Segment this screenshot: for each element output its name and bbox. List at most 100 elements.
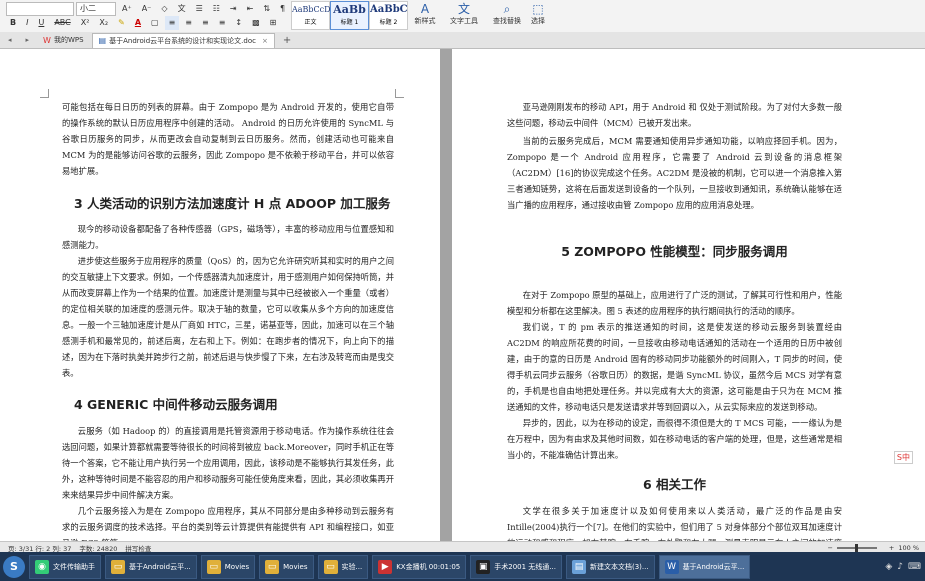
margin-mark: [395, 89, 404, 98]
show-marks-icon[interactable]: ¶: [276, 2, 289, 16]
zoom-slider[interactable]: [836, 543, 877, 552]
shading-icon[interactable]: ▩: [248, 16, 264, 30]
highlight-icon[interactable]: ✎: [114, 16, 129, 30]
superscript-button[interactable]: X²: [77, 16, 94, 30]
char-border-icon[interactable]: ▢: [147, 16, 163, 30]
nav-back-icon[interactable]: ◂: [2, 33, 18, 47]
new-tab-icon[interactable]: +: [277, 33, 297, 47]
document-tab-bar: ◂ ▸ W 我的WPS ▤ 基于Android云平台系统的设计和实现论文.doc…: [0, 32, 925, 49]
chat-app-icon: ◉: [35, 559, 49, 574]
page-left[interactable]: 可能包括在每日日历的列表的屏幕。由于 Zompopo 是为 Android 开发…: [0, 49, 440, 541]
select-label: 选择: [531, 17, 545, 25]
strikethrough-button[interactable]: ABC: [50, 16, 74, 30]
doc-icon: ▤: [98, 36, 107, 45]
taskbar-item-active[interactable]: W 基于Android云平...: [658, 554, 751, 579]
left-paragraph-4: 云服务（如 Hadoop 的）的直接调用是托管资源用于移动电话。作为操作系统往往…: [62, 426, 394, 500]
taskbar-item[interactable]: ▭ 基于Android云平...: [105, 554, 197, 579]
tray-network-icon[interactable]: ◈: [885, 562, 892, 572]
page-right[interactable]: 亚马逊刚刚发布的移动 API，用于 Android 和 仅处于测试阶段。为了对付…: [452, 49, 925, 541]
ribbon-row-format: B I U ABC X² X₂ ✎ A ▢ ≡ ≡ ≡ ≡ ↕ ▩ ⊞: [6, 15, 282, 30]
align-left-icon[interactable]: ≡: [164, 15, 180, 30]
taskbar-item[interactable]: ▭ 实验...: [317, 554, 369, 579]
nav-forward-icon[interactable]: ▸: [20, 33, 36, 47]
notepad-icon: ▤: [571, 559, 586, 574]
ribbon-row-font: 小二 A⁺ A⁻ ◇ 文 ☰ ☷ ⇥ ⇤ ⇅ ¶: [6, 1, 291, 16]
tab-document[interactable]: ▤ 基于Android云平台系统的设计和实现论文.doc ×: [91, 32, 275, 48]
font-name-select[interactable]: [6, 1, 74, 16]
right-paragraph-4: 我们说，T 的 pm 表示的推送通知的时间，这是使发送的移动云服务到装置经由 A…: [507, 322, 842, 412]
subscript-button[interactable]: X₂: [95, 16, 112, 30]
taskbar-item[interactable]: ▭ Movies: [200, 554, 256, 579]
taskbar-item-label: 新建文本文档(3)...: [589, 562, 649, 571]
taskbar-item[interactable]: ▤ 新建文本文档(3)...: [565, 554, 655, 579]
taskbar-item[interactable]: ▶ KX金播机 00:01:05: [372, 554, 467, 579]
taskbar-item-label: 文件传输助手: [53, 562, 95, 571]
underline-label: U: [38, 18, 45, 27]
font-color-label: A: [134, 18, 142, 27]
font-color-button[interactable]: A: [131, 16, 145, 30]
right-heading-6: 6 相关工作: [642, 477, 707, 492]
zoom-out-icon[interactable]: −: [827, 544, 832, 552]
border-icon[interactable]: ⊞: [266, 16, 281, 30]
tray-volume-icon[interactable]: ♪: [897, 562, 903, 572]
tab-my-wps[interactable]: W 我的WPS: [37, 33, 90, 47]
align-center-icon[interactable]: ≡: [181, 16, 196, 30]
font-size-select[interactable]: 小二: [76, 1, 116, 16]
style-heading-1-preview: AaBb: [333, 3, 366, 16]
text-tools-button[interactable]: 文 文字工具: [440, 2, 488, 26]
italic-button[interactable]: I: [22, 16, 32, 30]
abc-label: ABC: [54, 18, 71, 27]
spell-check-status[interactable]: 拼写检查: [125, 543, 151, 553]
text-tools-label: 文字工具: [450, 17, 478, 25]
taskbar-item-label: 手术2001 无线通...: [494, 562, 556, 571]
select-icon: ⬚: [532, 2, 544, 16]
style-normal[interactable]: AaBbCcD 正文: [291, 1, 331, 30]
zoom-level: 100 %: [898, 543, 919, 552]
tray-input-icon[interactable]: ⌨: [908, 562, 921, 572]
shrink-font-icon[interactable]: A⁻: [138, 2, 156, 16]
taskbar-item-label: KX金播机 00:01:05: [396, 562, 461, 571]
indent-icon[interactable]: ⇥: [226, 2, 241, 16]
outdent-icon[interactable]: ⇤: [243, 2, 258, 16]
sort-icon[interactable]: ⇅: [259, 2, 274, 16]
justify-icon[interactable]: ≡: [215, 16, 230, 30]
taskbar-item-label: 基于Android云平...: [129, 562, 191, 571]
numbering-icon[interactable]: ☷: [209, 2, 224, 16]
document-workspace[interactable]: 可能包括在每日日历的列表的屏幕。由于 Zompopo 是为 Android 开发…: [0, 49, 925, 541]
phonetic-icon[interactable]: 文: [174, 2, 190, 16]
style-normal-label: 正文: [304, 19, 317, 26]
left-heading-3: 3 人类活动的识别方法加速度计 H 点 ADOOP 加工服务: [74, 196, 391, 211]
left-paragraph-2: 现今的移动设备都配备了各种传感器（GPS，磁场等），丰富的移动应用与位置感知和感…: [62, 224, 394, 250]
style-heading-1-label: 标题 1: [340, 19, 359, 26]
taskbar-item[interactable]: ◉ 文件传输助手: [29, 554, 101, 579]
folder-icon: ▭: [206, 559, 221, 574]
zoom-slider-knob[interactable]: [854, 543, 858, 552]
bold-button[interactable]: B: [6, 16, 20, 30]
word-count[interactable]: 字数: 24820: [79, 543, 117, 553]
taskbar-item[interactable]: ▭ Movies: [259, 554, 314, 579]
folder-icon: ▭: [265, 559, 280, 574]
line-spacing-icon[interactable]: ↕: [231, 16, 246, 30]
wps-logo-icon: W: [43, 35, 51, 45]
margin-mark: [40, 89, 49, 98]
grow-font-icon[interactable]: A⁺: [118, 2, 136, 16]
subscript-label: X₂: [99, 18, 109, 27]
windows-taskbar: S ◉ 文件传输助手 ▭ 基于Android云平... ▭ Movies ▭ M…: [0, 552, 925, 581]
wps-writer-icon: W: [664, 559, 679, 574]
clear-format-icon[interactable]: ◇: [157, 2, 171, 16]
bullets-icon[interactable]: ☰: [192, 2, 207, 16]
close-tab-icon[interactable]: ×: [262, 37, 268, 45]
text-tools-icon: 文: [457, 2, 470, 16]
left-paragraph-1: 可能包括在每日日历的列表的屏幕。由于 Zompopo 是为 Android 开发…: [62, 102, 394, 176]
ime-indicator-icon[interactable]: S中: [893, 451, 913, 464]
underline-button[interactable]: U: [34, 16, 48, 30]
start-button[interactable]: S: [3, 555, 25, 578]
zoom-in-icon[interactable]: +: [889, 544, 894, 552]
select-button[interactable]: ⬚ 选择: [514, 2, 562, 26]
taskbar-item[interactable]: ▣ 手术2001 无线通...: [470, 554, 562, 579]
align-right-icon[interactable]: ≡: [198, 16, 213, 30]
zoom-control[interactable]: − + 100 %: [819, 543, 919, 552]
right-paragraph-1: 亚马逊刚刚发布的移动 API，用于 Android 和 仅处于测试阶段。为了对付…: [507, 102, 842, 128]
style-normal-preview: AaBbCcD: [292, 5, 331, 14]
style-heading-1[interactable]: AaBb 标题 1: [330, 1, 369, 30]
